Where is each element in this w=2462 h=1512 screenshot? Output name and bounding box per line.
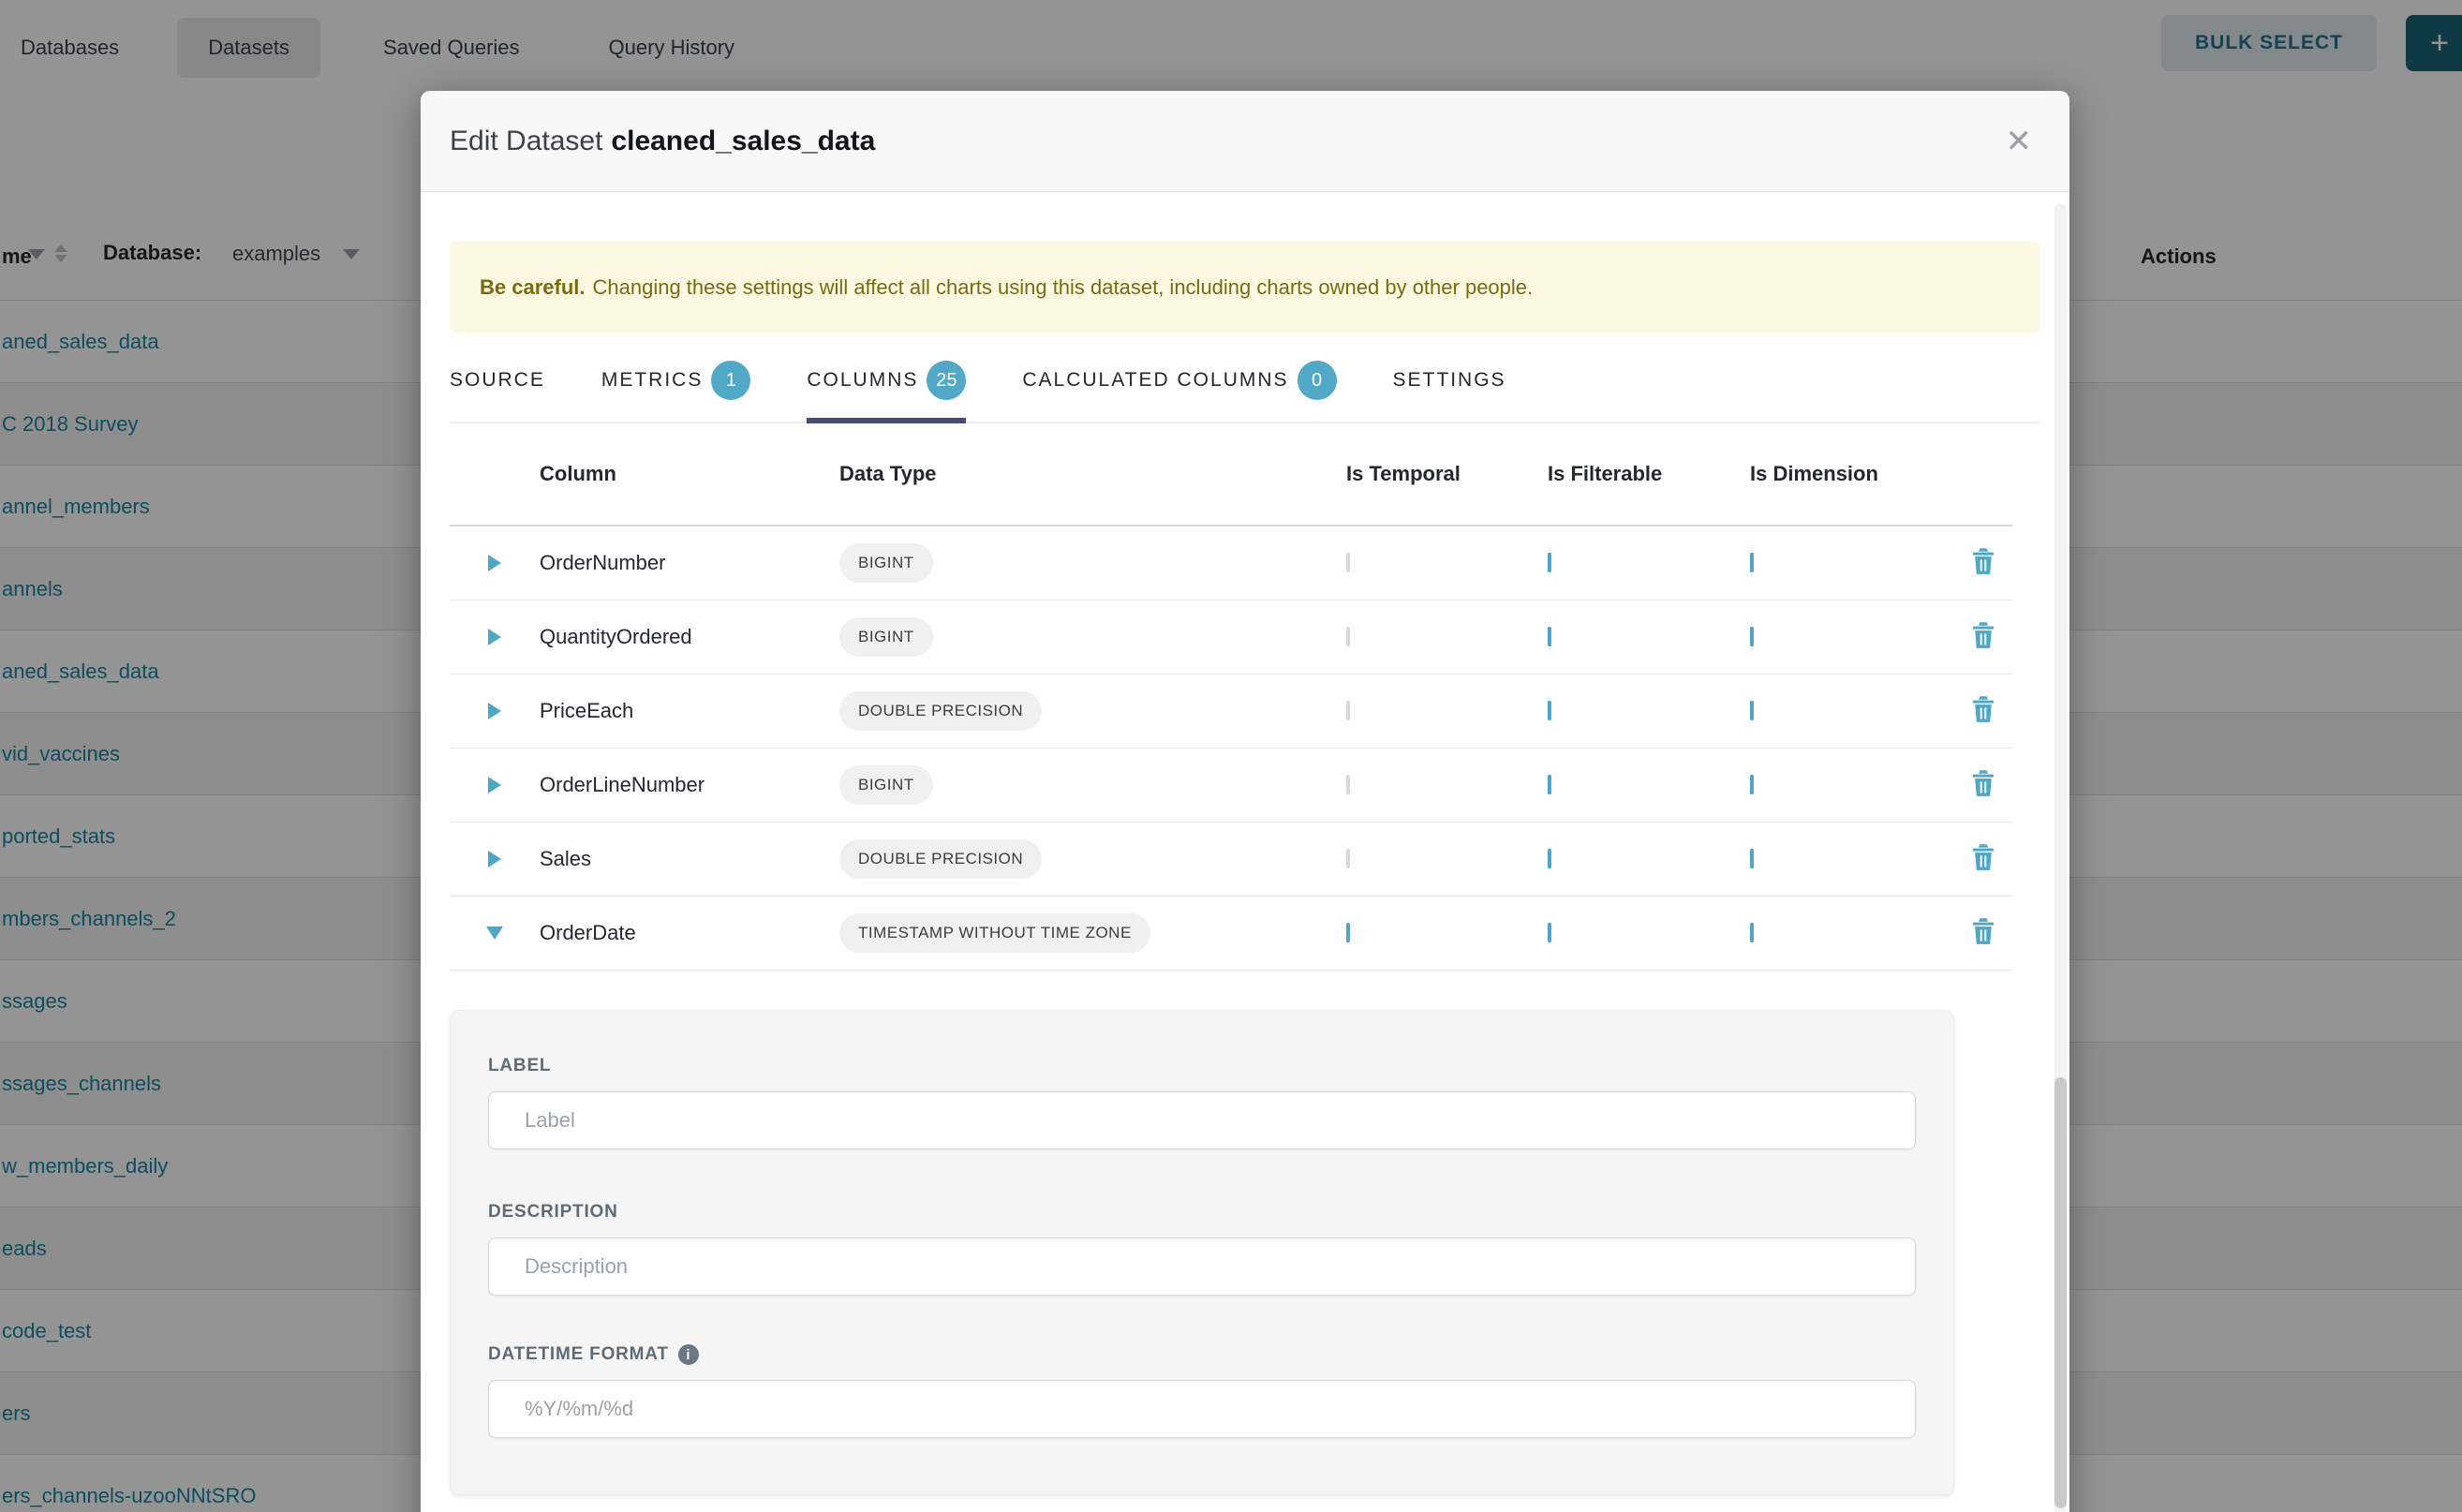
is-filterable-header: Is Filterable bbox=[1548, 462, 1750, 486]
columns-table-header: Column Data Type Is Temporal Is Filterab… bbox=[450, 423, 2012, 526]
is-temporal-header: Is Temporal bbox=[1346, 462, 1548, 486]
is-dimension-checkbox[interactable] bbox=[1750, 923, 1754, 942]
tab-label: SETTINGS bbox=[1393, 369, 1506, 392]
datetime-format-field-label: DATETIME FORMAT i bbox=[488, 1344, 1916, 1365]
description-input[interactable] bbox=[488, 1238, 1916, 1296]
is-filterable-checkbox[interactable] bbox=[1548, 553, 1551, 572]
data-type-pill: BIGINT bbox=[839, 765, 933, 805]
is-dimension-checkbox[interactable] bbox=[1750, 849, 1754, 868]
expand-caret-icon[interactable] bbox=[488, 555, 501, 571]
is-temporal-checkbox[interactable] bbox=[1346, 775, 1350, 794]
columns-count-badge: 25 bbox=[927, 361, 966, 400]
delete-column-icon[interactable] bbox=[1971, 547, 1995, 580]
is-temporal-checkbox[interactable] bbox=[1346, 923, 1350, 942]
expand-caret-icon[interactable] bbox=[488, 777, 501, 793]
modal-scrollbar-thumb[interactable] bbox=[2054, 1077, 2067, 1508]
delete-column-icon[interactable] bbox=[1971, 769, 1995, 802]
column-name: OrderNumber bbox=[540, 551, 839, 575]
warning-bold: Be careful. bbox=[480, 275, 586, 300]
is-filterable-checkbox[interactable] bbox=[1548, 701, 1551, 720]
delete-column-icon[interactable] bbox=[1971, 917, 1995, 950]
tab-label: SOURCE bbox=[450, 369, 545, 392]
is-filterable-checkbox[interactable] bbox=[1548, 849, 1551, 868]
is-filterable-checkbox[interactable] bbox=[1548, 627, 1551, 646]
delete-column-icon[interactable] bbox=[1971, 843, 1995, 876]
modal-tabs: SOURCE METRICS 1 COLUMNS 25 CALCULATED C… bbox=[450, 361, 2040, 423]
tab-label: CALCULATED COLUMNS bbox=[1022, 369, 1288, 392]
modal-title: Edit Dataset cleaned_sales_data bbox=[450, 126, 875, 157]
data-type-pill: TIMESTAMP WITHOUT TIME ZONE bbox=[839, 913, 1150, 953]
column-name: QuantityOrdered bbox=[540, 625, 839, 649]
is-dimension-header: Is Dimension bbox=[1750, 462, 1953, 486]
column-detail-panel: LABEL DESCRIPTION DATETIME FORMAT i bbox=[450, 1010, 1954, 1495]
column-row: QuantityOrdered BIGINT bbox=[450, 600, 2012, 674]
column-header: Column bbox=[540, 462, 839, 486]
warning-banner: Be careful. Changing these settings will… bbox=[450, 242, 2040, 333]
column-name: OrderLineNumber bbox=[540, 773, 839, 797]
column-row: OrderLineNumber BIGINT bbox=[450, 749, 2012, 823]
column-name: Sales bbox=[540, 847, 839, 871]
modal-header: Edit Dataset cleaned_sales_data ✕ bbox=[421, 91, 2069, 192]
metrics-count-badge: 1 bbox=[711, 361, 750, 400]
is-dimension-checkbox[interactable] bbox=[1750, 701, 1754, 720]
expand-caret-icon[interactable] bbox=[488, 629, 501, 645]
column-row: OrderNumber BIGINT bbox=[450, 526, 2012, 600]
data-type-pill: DOUBLE PRECISION bbox=[839, 691, 1042, 731]
is-temporal-checkbox[interactable] bbox=[1346, 701, 1350, 720]
tab-source[interactable]: SOURCE bbox=[450, 361, 545, 422]
label-input[interactable] bbox=[488, 1091, 1916, 1149]
info-icon[interactable]: i bbox=[678, 1344, 699, 1365]
label-field-label: LABEL bbox=[488, 1056, 1916, 1076]
column-row-expanded: OrderDate TIMESTAMP WITHOUT TIME ZONE bbox=[450, 897, 2012, 971]
column-name: OrderDate bbox=[540, 921, 839, 945]
close-icon[interactable]: ✕ bbox=[2006, 126, 2033, 157]
tab-settings[interactable]: SETTINGS bbox=[1393, 361, 1506, 422]
label-text: LABEL bbox=[488, 1056, 551, 1076]
column-row: PriceEach DOUBLE PRECISION bbox=[450, 674, 2012, 749]
datetime-format-input[interactable] bbox=[488, 1380, 1916, 1438]
label-text: DATETIME FORMAT bbox=[488, 1344, 669, 1365]
data-type-header: Data Type bbox=[839, 462, 1346, 486]
tab-label: COLUMNS bbox=[807, 369, 918, 392]
is-dimension-checkbox[interactable] bbox=[1750, 775, 1754, 794]
tab-columns[interactable]: COLUMNS 25 bbox=[807, 361, 966, 422]
is-dimension-checkbox[interactable] bbox=[1750, 553, 1754, 572]
data-type-pill: DOUBLE PRECISION bbox=[839, 839, 1042, 879]
is-temporal-checkbox[interactable] bbox=[1346, 849, 1350, 868]
modal-body: Be careful. Changing these settings will… bbox=[421, 242, 2069, 1495]
is-temporal-checkbox[interactable] bbox=[1346, 627, 1350, 646]
column-name: PriceEach bbox=[540, 699, 839, 723]
is-filterable-checkbox[interactable] bbox=[1548, 775, 1551, 794]
modal-title-prefix: Edit Dataset bbox=[450, 126, 602, 156]
expand-caret-icon[interactable] bbox=[488, 851, 501, 867]
description-field-label: DESCRIPTION bbox=[488, 1202, 1916, 1223]
delete-column-icon[interactable] bbox=[1971, 621, 1995, 654]
delete-column-icon[interactable] bbox=[1971, 695, 1995, 728]
column-row: Sales DOUBLE PRECISION bbox=[450, 823, 2012, 897]
tab-calculated-columns[interactable]: CALCULATED COLUMNS 0 bbox=[1022, 361, 1336, 422]
modal-dataset-name: cleaned_sales_data bbox=[611, 126, 875, 156]
is-temporal-checkbox[interactable] bbox=[1346, 553, 1350, 572]
collapse-caret-icon[interactable] bbox=[486, 926, 503, 940]
is-dimension-checkbox[interactable] bbox=[1750, 627, 1754, 646]
tab-label: METRICS bbox=[601, 369, 704, 392]
calculated-columns-count-badge: 0 bbox=[1298, 361, 1337, 400]
expand-caret-icon[interactable] bbox=[488, 703, 501, 719]
is-filterable-checkbox[interactable] bbox=[1548, 923, 1551, 942]
edit-dataset-modal: Edit Dataset cleaned_sales_data ✕ Be care… bbox=[421, 91, 2069, 1512]
warning-text: Changing these settings will affect all … bbox=[593, 275, 1534, 300]
tab-metrics[interactable]: METRICS 1 bbox=[601, 361, 751, 422]
label-text: DESCRIPTION bbox=[488, 1202, 618, 1223]
data-type-pill: BIGINT bbox=[839, 543, 933, 583]
data-type-pill: BIGINT bbox=[839, 617, 933, 657]
